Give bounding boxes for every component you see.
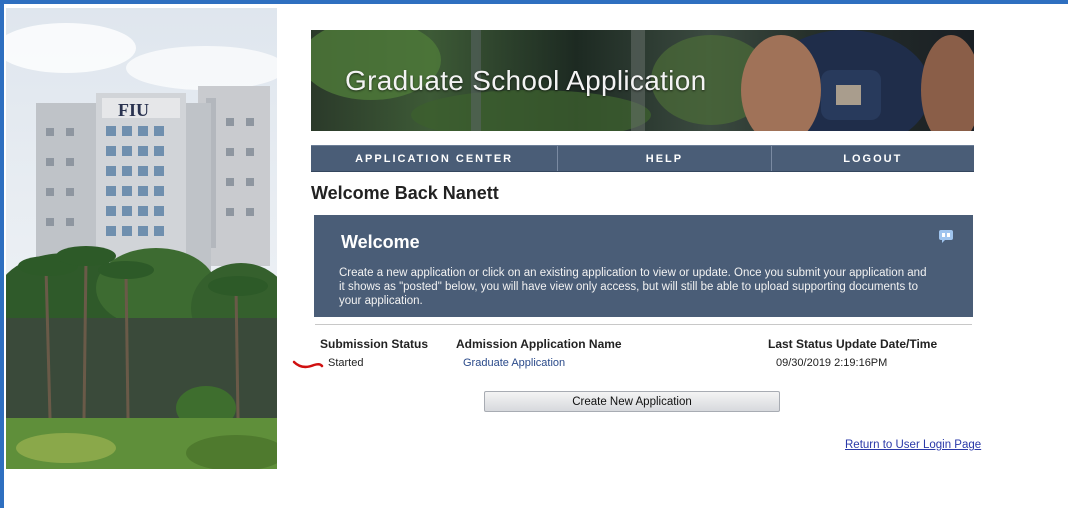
row-update-date: 09/30/2019 2:19:16PM [776,357,888,369]
return-login-link[interactable]: Return to User Login Page [845,439,981,451]
row-status: Started [328,357,364,369]
panel-instructions: Create a new application or click on an … [339,267,927,307]
comment-icon[interactable] [938,229,954,243]
divider [315,324,972,325]
welcome-panel: Welcome Create a new application or clic… [314,215,973,317]
header-last-update: Last Status Update Date/Time [768,337,938,351]
header-banner: Graduate School Application [311,30,974,131]
campus-photo: FIU [6,8,277,469]
nav-application-center[interactable]: APPLICATION CENTER [311,146,559,171]
create-new-application-button[interactable]: Create New Application [484,391,780,412]
nav-help[interactable]: HELP [558,146,772,171]
red-marker-annotation [292,360,324,369]
panel-title: Welcome [341,232,420,252]
header-submission-status: Submission Status [320,337,429,351]
nav-logout[interactable]: LOGOUT [772,146,974,171]
main-nav: APPLICATION CENTER HELP LOGOUT [311,145,974,172]
fiu-sign: FIU [118,100,149,120]
header-application-name: Admission Application Name [456,337,622,351]
banner-title: Graduate School Application [345,65,707,96]
row-application-link[interactable]: Graduate Application [463,357,565,369]
page-greeting: Welcome Back Nanett [311,183,499,203]
left-border [0,0,4,508]
top-border [0,0,1068,4]
